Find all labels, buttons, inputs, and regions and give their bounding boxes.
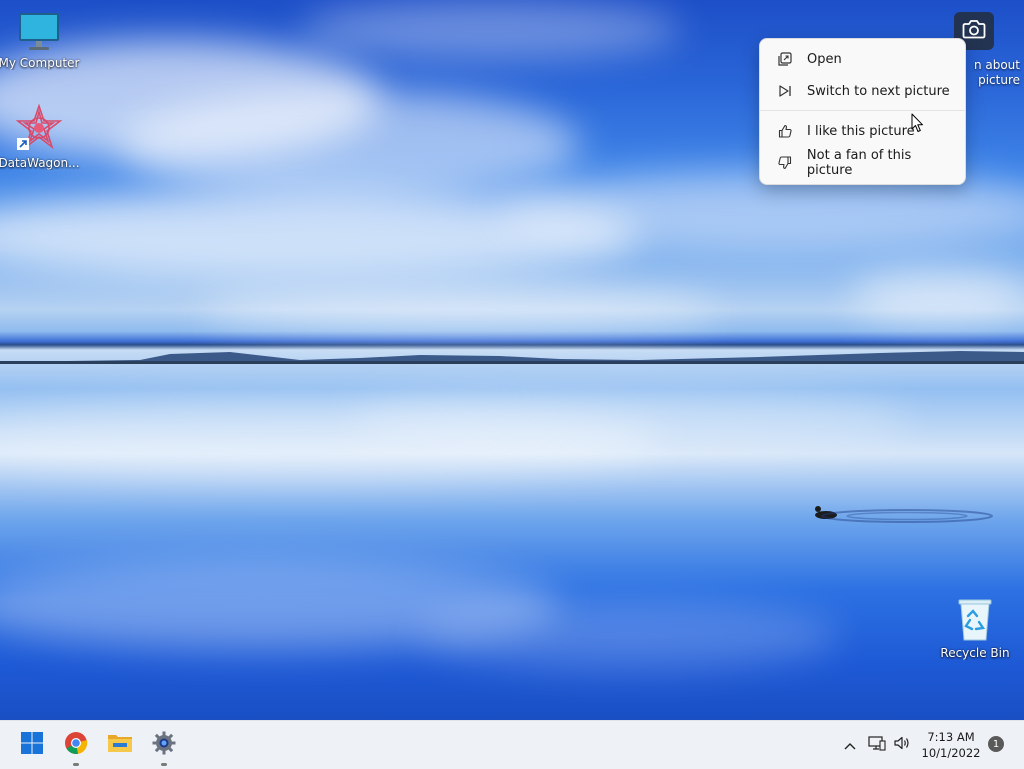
running-indicator [161,763,167,766]
open-icon [777,51,793,67]
speaker-icon [893,735,911,755]
chrome-icon [64,731,88,759]
clock-date: 10/1/2022 [921,746,981,760]
gear-icon [152,731,176,759]
desktop-icon-my-computer[interactable]: My Computer [0,12,84,70]
start-button[interactable] [14,727,50,763]
taskbar-chrome-button[interactable] [58,727,94,766]
desktop-icon-label: DataWagon... [0,156,80,170]
recycle-bin-icon [955,599,995,645]
network-icon [868,735,886,755]
taskbar: 7:13 AM 10/1/2022 [0,720,1024,769]
datawagon-icon [15,103,63,155]
taskbar-settings-button[interactable] [146,727,182,766]
menu-item-open[interactable]: Open [765,44,960,74]
mouse-cursor-icon [911,113,923,132]
thumbs-down-icon [777,155,793,171]
menu-item-dislike-picture[interactable]: Not a fan of this picture [765,148,960,178]
taskbar-file-explorer-button[interactable] [102,727,138,763]
menu-item-label: Open [807,51,842,67]
menu-item-label: Switch to next picture [807,83,950,99]
network-status-button[interactable] [866,721,888,769]
show-hidden-icons-button[interactable] [838,721,862,769]
menu-item-label: Not a fan of this picture [806,148,912,178]
chevron-up-icon [843,736,857,755]
next-picture-icon [777,83,793,99]
spotlight-context-menu: Open Switch to next picture I like this … [759,38,966,185]
menu-divider [760,110,965,111]
duck-on-water [815,506,993,523]
thumbs-up-icon [777,123,793,139]
menu-item-like-picture[interactable]: I like this picture [765,116,960,146]
desktop-icon-recycle-bin[interactable]: Recycle Bin [930,596,1020,660]
camera-icon [962,18,986,44]
volume-button[interactable] [890,721,914,769]
monitor-icon [17,13,61,55]
taskbar-clock[interactable]: 7:13 AM 10/1/2022 [918,729,984,761]
desktop-icon-datawagon[interactable]: DataWagon... [0,103,84,170]
menu-item-switch-next-picture[interactable]: Switch to next picture [765,76,960,106]
desktop-icon-label: My Computer [0,56,80,70]
windows-start-icon [20,731,44,759]
folder-icon [107,732,133,758]
menu-item-label: I like this picture [807,123,915,139]
notification-center-badge[interactable]: 1 [988,736,1004,752]
desktop-icon-label: Recycle Bin [940,646,1010,660]
horizon-hills [0,351,1024,364]
running-indicator [73,763,79,766]
clock-time: 7:13 AM [927,730,975,744]
